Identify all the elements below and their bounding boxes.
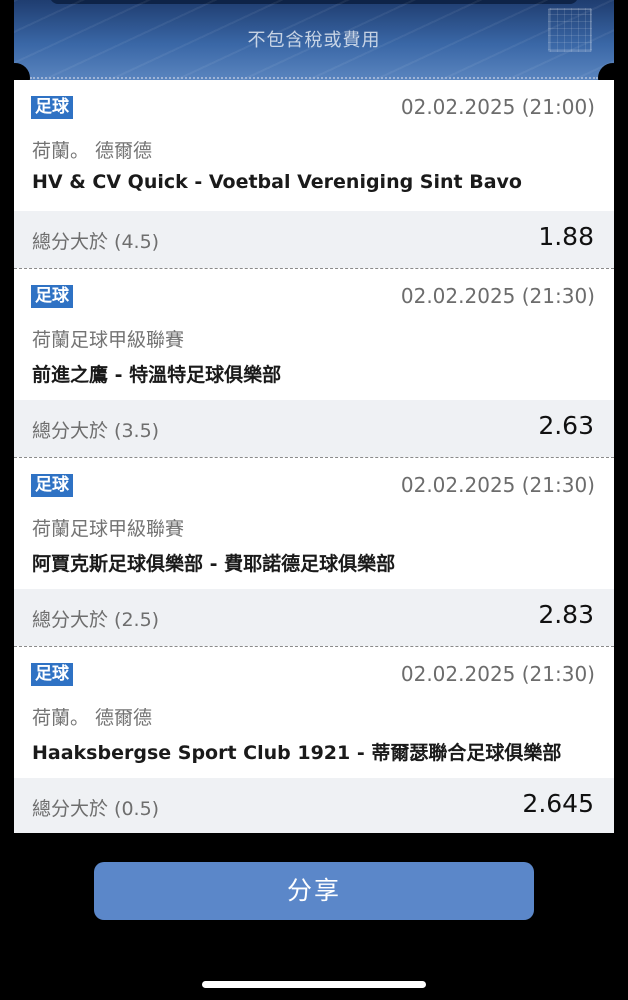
match-name: Haaksbergse Sport Club 1921 - 蒂爾瑟聯合足球俱樂部 xyxy=(32,742,562,764)
market-row: 總分大於 (3.5) 2.63 xyxy=(14,400,614,457)
match-name: HV & CV Quick - Voetbal Vereniging Sint … xyxy=(32,171,522,193)
event-datetime: 02.02.2025 (21:30) xyxy=(400,662,595,686)
odds-value: 1.88 xyxy=(538,222,594,251)
event-datetime: 02.02.2025 (21:30) xyxy=(400,284,595,308)
sport-tag: 足球 xyxy=(31,663,73,686)
bet-details: 足球 02.02.2025 (21:30) 荷蘭足球甲級聯賽 阿賈克斯足球俱樂部… xyxy=(14,458,614,589)
match-name: 前進之鷹 - 特溫特足球俱樂部 xyxy=(32,364,282,386)
league-name: 荷蘭。 德爾德 xyxy=(32,140,153,162)
event-datetime: 02.02.2025 (21:00) xyxy=(400,95,595,119)
market-label: 總分大於 (0.5) xyxy=(32,798,160,820)
market-row: 總分大於 (4.5) 1.88 xyxy=(14,211,614,268)
home-indicator[interactable] xyxy=(202,981,426,988)
tax-note: 不包含稅或費用 xyxy=(247,30,381,51)
league-name: 荷蘭足球甲級聯賽 xyxy=(32,329,185,351)
odds-value: 2.63 xyxy=(538,411,594,440)
bet-item: 足球 02.02.2025 (21:00) 荷蘭。 德爾德 HV & CV Qu… xyxy=(14,80,614,269)
odds-value: 2.83 xyxy=(538,600,594,629)
market-row: 總分大於 (0.5) 2.645 xyxy=(14,778,614,833)
sport-tag: 足球 xyxy=(31,474,73,497)
bet-item: 足球 02.02.2025 (21:30) 荷蘭足球甲級聯賽 前進之鷹 - 特溫… xyxy=(14,269,614,458)
market-label: 總分大於 (2.5) xyxy=(32,609,160,631)
market-label: 總分大於 (3.5) xyxy=(32,420,160,442)
bet-item: 足球 02.02.2025 (21:30) 荷蘭足球甲級聯賽 阿賈克斯足球俱樂部… xyxy=(14,458,614,647)
bet-details: 足球 02.02.2025 (21:30) 荷蘭足球甲級聯賽 前進之鷹 - 特溫… xyxy=(14,269,614,400)
event-datetime: 02.02.2025 (21:30) xyxy=(400,473,595,497)
market-row: 總分大於 (2.5) 2.83 xyxy=(14,589,614,646)
bet-slip-list[interactable]: 足球 02.02.2025 (21:00) 荷蘭。 德爾德 HV & CV Qu… xyxy=(14,80,614,833)
odds-value: 2.645 xyxy=(522,789,594,818)
league-name: 荷蘭。 德爾德 xyxy=(32,707,153,729)
bet-details: 足球 02.02.2025 (21:00) 荷蘭。 德爾德 HV & CV Qu… xyxy=(14,80,614,211)
ticket-perforation xyxy=(30,77,598,79)
market-label: 總分大於 (4.5) xyxy=(32,231,160,253)
share-button[interactable]: 分享 xyxy=(94,862,534,920)
bet-item: 足球 02.02.2025 (21:30) 荷蘭。 德爾德 Haaksbergs… xyxy=(14,647,614,833)
ticket-header-banner: 不包含稅或費用 xyxy=(14,0,614,80)
sport-tag: 足球 xyxy=(31,285,73,308)
bet-details: 足球 02.02.2025 (21:30) 荷蘭。 德爾德 Haaksbergs… xyxy=(14,647,614,778)
sport-tag: 足球 xyxy=(31,96,73,119)
match-name: 阿賈克斯足球俱樂部 - 費耶諾德足球俱樂部 xyxy=(32,553,396,575)
league-name: 荷蘭足球甲級聯賽 xyxy=(32,518,185,540)
